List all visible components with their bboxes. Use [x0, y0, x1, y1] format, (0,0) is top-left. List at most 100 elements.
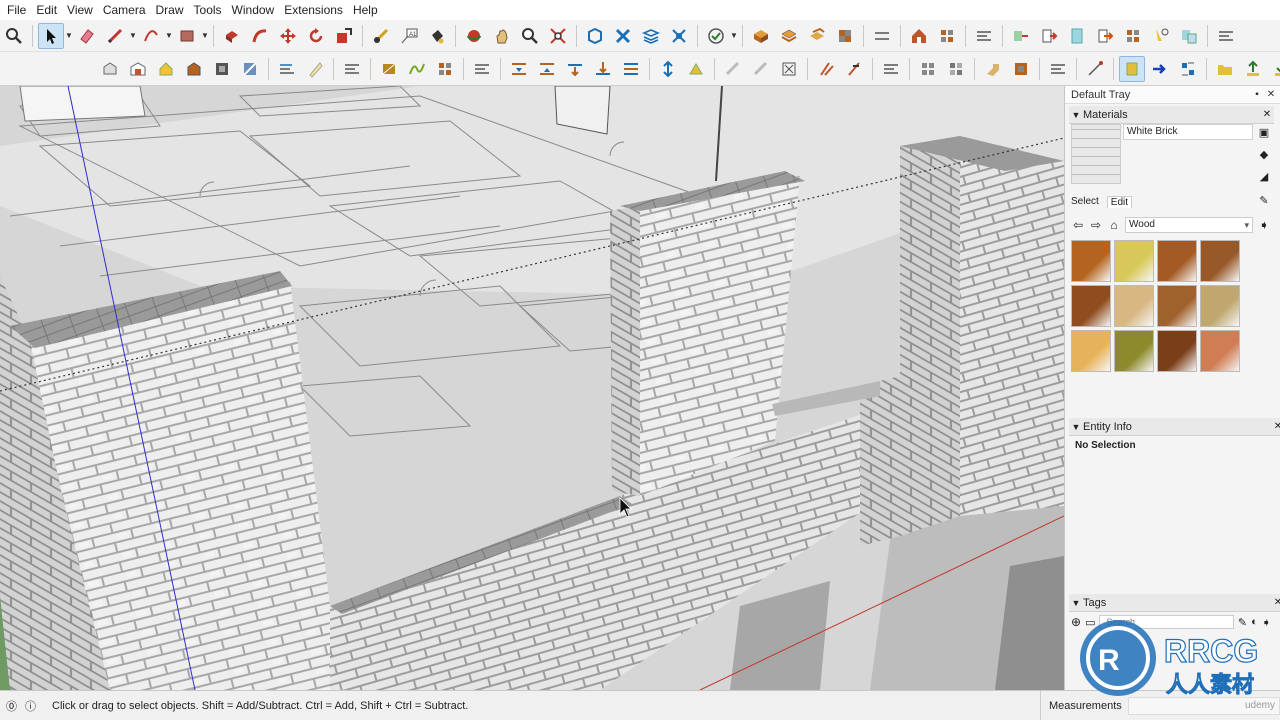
close-icon[interactable]: ✕ [1271, 421, 1280, 432]
extension-warehouse-icon[interactable] [610, 23, 636, 49]
materials-panel-header[interactable]: ▼ Materials ✕ [1069, 106, 1274, 124]
close-icon[interactable]: ✕ [1266, 86, 1276, 103]
sandbox-icon[interactable] [748, 23, 774, 49]
import-icon[interactable] [878, 56, 904, 82]
sandbox-smoove-icon[interactable] [1064, 23, 1090, 49]
section-plane-icon[interactable] [703, 23, 729, 49]
follow-me-icon[interactable] [247, 23, 273, 49]
menu-file[interactable]: File [2, 0, 31, 20]
zoom-extents-icon[interactable] [545, 23, 571, 49]
tags-panel-header[interactable]: ▼ Tags ✕ [1069, 594, 1280, 612]
trim-icon[interactable] [1176, 23, 1202, 49]
material-swatch[interactable] [1114, 285, 1154, 327]
back-arrow-icon[interactable]: ⇦ [1071, 218, 1085, 232]
component-icon[interactable] [841, 56, 867, 82]
close-icon[interactable]: ✕ [1271, 597, 1280, 608]
soften-icon[interactable] [813, 56, 839, 82]
menu-help[interactable]: Help [348, 0, 383, 20]
menu-tools[interactable]: Tools [189, 0, 227, 20]
zoom-icon[interactable] [517, 23, 543, 49]
outer-shell-icon[interactable] [776, 56, 802, 82]
axes-icon[interactable] [562, 56, 588, 82]
model-viewport[interactable] [0, 86, 1064, 690]
tab-select[interactable]: Select [1071, 196, 1099, 208]
textured-icon[interactable] [404, 56, 430, 82]
material-swatch[interactable] [1200, 240, 1240, 282]
paint-bucket-icon[interactable] [424, 23, 450, 49]
tape-measure-icon[interactable] [368, 23, 394, 49]
camera-icon[interactable] [934, 23, 960, 49]
monochrome-icon[interactable] [432, 56, 458, 82]
chevron-down-icon[interactable]: ▼ [129, 31, 137, 40]
fog-icon[interactable] [618, 56, 644, 82]
home-icon[interactable]: ⌂ [1107, 218, 1121, 232]
guides-icon[interactable] [590, 56, 616, 82]
export-icon[interactable] [915, 56, 941, 82]
protractor-icon[interactable] [971, 23, 997, 49]
chevron-down-icon[interactable]: ▼ [65, 31, 73, 40]
edge-style-icon[interactable] [655, 56, 681, 82]
material-swatch[interactable] [1071, 240, 1111, 282]
tab-edit[interactable]: Edit [1106, 196, 1133, 208]
section-fill-icon[interactable] [506, 56, 532, 82]
create-material-icon[interactable]: ▣ [1257, 126, 1271, 140]
trim-tool-icon[interactable] [1008, 56, 1034, 82]
intersect-icon[interactable] [1092, 23, 1118, 49]
select-arrow-icon[interactable] [38, 22, 64, 49]
material-swatch[interactable] [1200, 330, 1240, 372]
left-view-icon[interactable] [237, 56, 263, 82]
pin-icon[interactable]: ▪ [1252, 86, 1262, 103]
material-swatch[interactable] [1200, 285, 1240, 327]
material-swatch[interactable] [1114, 330, 1154, 372]
material-swatch[interactable] [1157, 240, 1197, 282]
forward-arrow-icon[interactable]: ⇨ [1089, 218, 1103, 232]
paint-bucket-icon[interactable]: ◆ [1257, 148, 1271, 162]
menu-draw[interactable]: Draw [151, 0, 189, 20]
3d-warehouse-icon[interactable] [582, 23, 608, 49]
display-section-icon[interactable] [534, 56, 560, 82]
shaded-icon[interactable] [376, 56, 402, 82]
iso-view-icon[interactable] [97, 56, 123, 82]
details-arrow-icon[interactable]: ➧ [1257, 218, 1271, 232]
upload-icon[interactable] [1240, 56, 1266, 82]
hidden-line-icon[interactable] [339, 56, 365, 82]
advanced-camera-icon[interactable] [1008, 23, 1034, 49]
house-icon[interactable] [906, 23, 932, 49]
model-scene[interactable] [0, 86, 1064, 690]
wireframe-icon[interactable] [302, 56, 328, 82]
look-around-icon[interactable] [720, 56, 746, 82]
chevron-down-icon[interactable]: ▼ [730, 31, 738, 40]
menu-view[interactable]: View [62, 0, 98, 20]
flip-icon[interactable] [1175, 56, 1201, 82]
material-name-field[interactable]: White Brick [1123, 124, 1253, 140]
position-camera-icon[interactable] [683, 56, 709, 82]
collapse-triangle-icon[interactable]: ▼ [1069, 110, 1083, 120]
extension-manager-icon[interactable] [666, 23, 692, 49]
material-swatch[interactable] [1071, 330, 1111, 372]
rotate-icon[interactable] [303, 23, 329, 49]
pan-icon[interactable] [489, 23, 515, 49]
push-pull-icon[interactable] [219, 23, 245, 49]
download-icon[interactable] [1268, 56, 1280, 82]
library-dropdown[interactable]: Wood [1125, 217, 1253, 233]
material-swatch[interactable] [1157, 330, 1197, 372]
chevron-down-icon[interactable]: ▼ [201, 31, 209, 40]
menu-extensions[interactable]: Extensions [279, 0, 348, 20]
walk-icon[interactable] [1036, 23, 1062, 49]
arc-icon[interactable] [138, 23, 164, 49]
intersect-faces-icon[interactable] [748, 56, 774, 82]
section-cut-icon[interactable] [469, 56, 495, 82]
scale-icon[interactable] [331, 23, 357, 49]
front-view-icon[interactable] [153, 56, 179, 82]
back-view-icon[interactable] [209, 56, 235, 82]
rectangle-icon[interactable] [174, 23, 200, 49]
subtract-icon[interactable] [1148, 23, 1174, 49]
smooth-icon[interactable] [1082, 56, 1108, 82]
close-icon[interactable]: ✕ [1260, 109, 1274, 120]
search-icon[interactable] [1, 23, 27, 49]
style-icon[interactable] [776, 23, 802, 49]
default-material-icon[interactable]: ◢ [1257, 170, 1271, 184]
menu-edit[interactable]: Edit [31, 0, 62, 20]
folder-open-icon[interactable] [1212, 56, 1238, 82]
menu-window[interactable]: Window [227, 0, 280, 20]
